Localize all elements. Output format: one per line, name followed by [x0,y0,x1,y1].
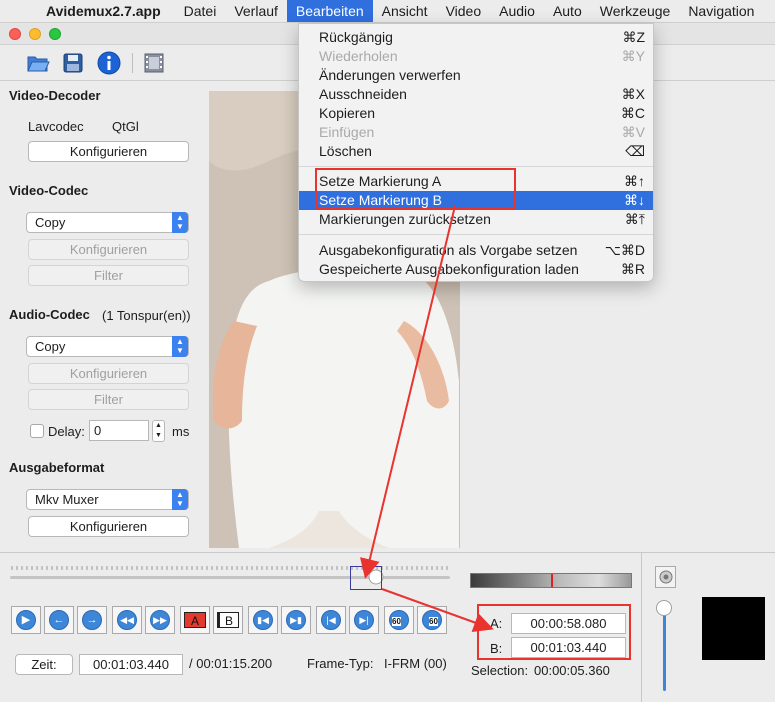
annotation-arrows [360,205,494,632]
